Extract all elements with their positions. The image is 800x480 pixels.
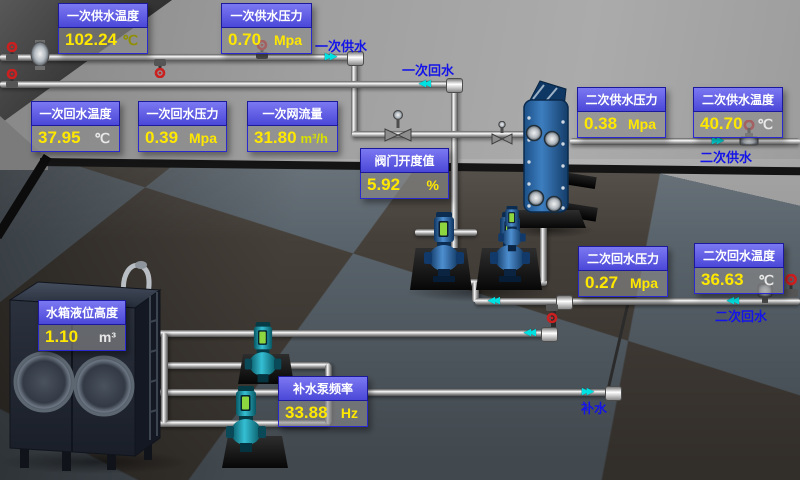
panel-primary-network-flow: 一次网流量 31.80 m³/h: [247, 101, 338, 152]
flow-arrow-left-icon: ◀◀: [419, 78, 429, 89]
value-number: 0.27: [585, 273, 618, 293]
panel-primary-return-temp: 一次回水温度 37.95 ℃: [31, 101, 120, 152]
panel-valve-opening: 阀门开度值 5.92 %: [360, 148, 449, 199]
pipe-secondary-return: [475, 298, 800, 305]
value-number: 33.88: [285, 403, 328, 423]
value-number: 37.95: [38, 128, 81, 148]
value-unit: Hz: [341, 405, 358, 421]
flow-arrow-left-icon: ◀◀: [488, 295, 498, 306]
panel-value: 0.39 Mpa: [138, 126, 227, 152]
panel-value: 31.80 m³/h: [247, 126, 338, 152]
panel-primary-supply-temp: 一次供水温度 102.24 ℃: [58, 3, 148, 54]
value-number: 36.63: [701, 270, 744, 290]
panel-value: 5.92 %: [360, 173, 449, 199]
pipe-label-primary-return: 一次回水: [402, 60, 454, 79]
drain-valve-icon[interactable]: [152, 58, 168, 78]
value-unit: Mpa: [628, 116, 656, 132]
panel-title: 水箱液位高度: [38, 300, 126, 325]
makeup-pump-1[interactable]: [244, 322, 282, 386]
strainer-icon: [28, 40, 52, 70]
panel-title: 阀门开度值: [360, 148, 449, 173]
panel-value: 37.95 ℃: [31, 126, 120, 152]
panel-value: 1.10 m³: [38, 325, 126, 351]
panel-makeup-pump-frequency: 补水泵频率 33.88 Hz: [278, 376, 368, 427]
value-unit: Mpa: [274, 32, 302, 48]
value-unit: ℃: [757, 116, 773, 133]
panel-value: 40.70 ℃: [693, 112, 783, 138]
pipe-secondary-supply: [570, 138, 800, 145]
panel-title: 一次供水压力: [221, 3, 312, 28]
flow-arrow-left-icon: ◀◀: [524, 327, 534, 338]
tank-hatch: [75, 357, 133, 415]
value-number: 5.92: [367, 175, 400, 195]
panel-title: 二次回水温度: [694, 243, 784, 268]
value-unit: ℃: [94, 130, 110, 147]
pipe-return-branch: [148, 330, 553, 337]
panel-primary-return-pressure: 一次回水压力 0.39 Mpa: [138, 101, 227, 152]
balance-valve-icon[interactable]: [491, 121, 513, 145]
panel-title: 二次回水压力: [578, 246, 668, 271]
pipe-flange: [541, 327, 558, 342]
panel-value: 102.24 ℃: [58, 28, 148, 54]
panel-title: 一次回水压力: [138, 101, 227, 126]
flow-arrow-left-icon: ◀◀: [727, 295, 737, 306]
panel-value: 0.38 Mpa: [577, 112, 666, 138]
hand-valve-icon[interactable]: [4, 69, 20, 89]
panel-value: 0.27 Mpa: [578, 271, 668, 297]
flow-arrow-right-icon: ▶▶: [582, 386, 592, 397]
hand-valve-icon[interactable]: [4, 42, 20, 62]
value-number: 40.70: [700, 114, 743, 134]
auxiliary-pump[interactable]: [498, 206, 526, 254]
panel-secondary-supply-pressure: 二次供水压力 0.38 Mpa: [577, 87, 666, 138]
pipe-label-primary-supply: 一次供水: [315, 36, 367, 55]
control-valve-icon[interactable]: [384, 110, 412, 142]
panel-title: 一次回水温度: [31, 101, 120, 126]
value-unit: ℃: [758, 272, 774, 289]
value-number: 0.38: [584, 114, 617, 134]
hmi-heating-station-screen: ▶▶ ◀◀ ▶▶ ◀◀ ◀◀ ◀◀ ▶▶: [0, 0, 800, 480]
pipe-label-makeup-water: 补水: [581, 398, 607, 417]
panel-secondary-return-pressure: 二次回水压力 0.27 Mpa: [578, 246, 668, 297]
value-unit: ℃: [122, 32, 138, 49]
value-unit: m³/h: [301, 131, 328, 146]
panel-title: 二次供水温度: [693, 87, 783, 112]
value-number: 31.80: [254, 128, 297, 148]
value-unit: %: [427, 177, 439, 193]
pipe-end-cap: [605, 386, 622, 401]
circulation-pump-1[interactable]: [424, 212, 464, 282]
panel-secondary-supply-temp: 二次供水温度 40.70 ℃: [693, 87, 783, 138]
tank-hatch: [15, 353, 73, 411]
panel-title: 一次网流量: [247, 101, 338, 126]
value-number: 0.39: [145, 128, 178, 148]
panel-title: 二次供水压力: [577, 87, 666, 112]
makeup-pump-2[interactable]: [226, 384, 266, 458]
panel-value: 33.88 Hz: [278, 401, 368, 427]
hand-valve-icon[interactable]: [782, 274, 800, 298]
value-number: 1.10: [45, 327, 78, 347]
panel-value: 36.63 ℃: [694, 268, 784, 294]
value-unit: Mpa: [630, 275, 658, 291]
value-number: 0.70: [228, 30, 261, 50]
panel-value: 0.70 Mpa: [221, 28, 312, 54]
value-unit: m³: [99, 329, 116, 345]
panel-tank-level: 水箱液位高度 1.10 m³: [38, 300, 126, 351]
branch-valve-icon[interactable]: [544, 303, 560, 323]
panel-primary-supply-pressure: 一次供水压力 0.70 Mpa: [221, 3, 312, 54]
pipe-label-secondary-supply: 二次供水: [700, 147, 752, 166]
water-tank[interactable]: [4, 252, 174, 472]
plate-heat-exchanger[interactable]: [516, 78, 576, 218]
pipe-primary-return: [0, 81, 452, 88]
panel-title: 补水泵频率: [278, 376, 368, 401]
pipe-label-secondary-return: 二次回水: [715, 306, 767, 325]
panel-secondary-return-temp: 二次回水温度 36.63 ℃: [694, 243, 784, 294]
pipe-primary-supply-drop: [351, 60, 358, 136]
pipe-flange: [446, 78, 463, 93]
pipe-primary-supply: [0, 54, 352, 61]
value-number: 102.24: [65, 30, 117, 50]
value-unit: Mpa: [189, 130, 217, 146]
panel-title: 一次供水温度: [58, 3, 148, 28]
